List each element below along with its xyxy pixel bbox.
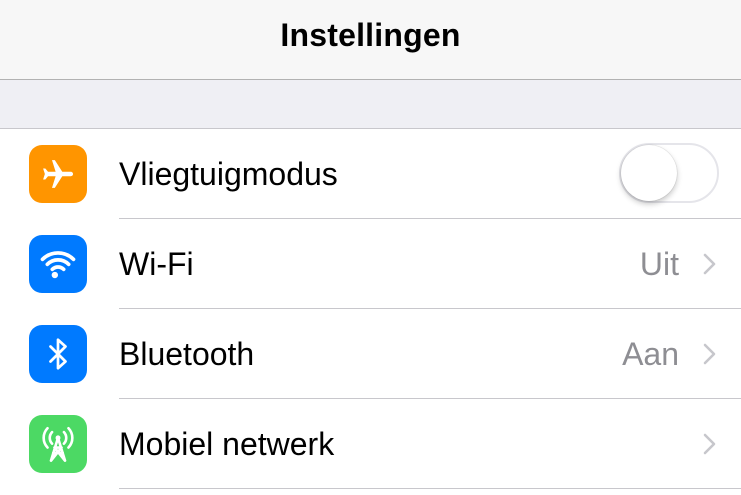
- toggle-knob: [621, 145, 677, 201]
- row-separator: [119, 488, 741, 489]
- settings-row-label: Vliegtuigmodus: [119, 156, 338, 192]
- airplane-mode-toggle[interactable]: [619, 143, 719, 203]
- chevron-right-icon: [703, 433, 716, 455]
- settings-row-mobile-network[interactable]: Mobiel netwerk: [0, 399, 741, 489]
- chevron-right-icon: [703, 343, 716, 365]
- section-spacer: [0, 80, 741, 129]
- navigation-bar: Instellingen: [0, 0, 741, 80]
- settings-row-label: Mobiel netwerk: [119, 426, 335, 462]
- wifi-icon: [29, 235, 87, 293]
- settings-row-label: Bluetooth: [119, 336, 255, 372]
- settings-row-label: Wi-Fi: [119, 246, 194, 282]
- bluetooth-icon: [29, 325, 87, 383]
- wifi-status-value: Uit: [639, 246, 679, 282]
- settings-row-wifi[interactable]: Wi-Fi Uit: [0, 219, 741, 309]
- settings-row-bluetooth[interactable]: Bluetooth Aan: [0, 309, 741, 399]
- page-title: Instellingen: [280, 17, 461, 53]
- cellular-antenna-icon: [29, 415, 87, 473]
- settings-list: Vliegtuigmodus Wi-Fi Uit Bluetooth Aan M…: [0, 129, 741, 489]
- settings-row-airplane-mode[interactable]: Vliegtuigmodus: [0, 129, 741, 219]
- bluetooth-status-value: Aan: [622, 336, 679, 372]
- chevron-right-icon: [703, 253, 716, 275]
- airplane-icon: [29, 145, 87, 203]
